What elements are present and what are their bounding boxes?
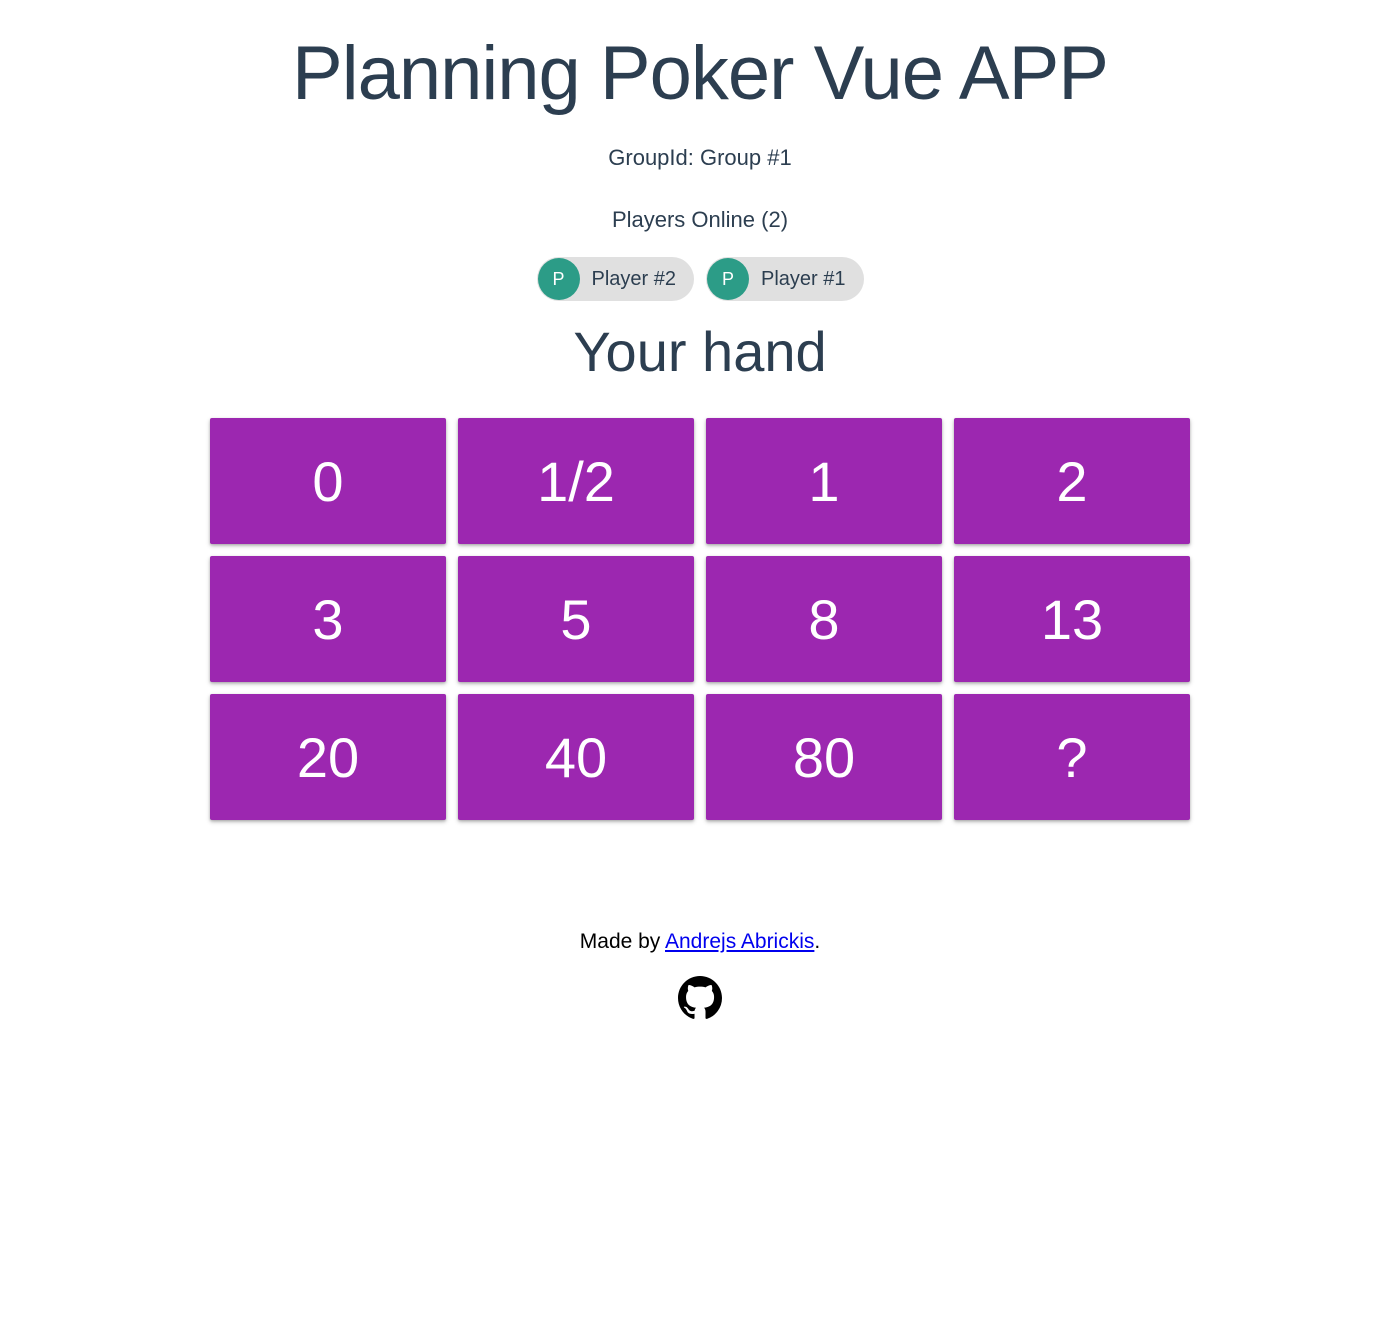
footer-suffix: . [814,930,820,953]
poker-card-20[interactable]: 20 [210,694,446,820]
author-link[interactable]: Andrejs Abrickis [665,930,814,953]
poker-card-8[interactable]: 8 [706,556,942,682]
your-hand-heading: Your hand [190,319,1210,384]
player-chip: P Player #1 [706,257,864,301]
players-online-heading: Players Online (2) [190,207,1210,233]
github-link[interactable] [678,976,722,1020]
player-chip: P Player #2 [537,257,695,301]
footer-text: Made by Andrejs Abrickis. [190,930,1210,954]
poker-card-half[interactable]: 1/2 [458,418,694,544]
player-avatar: P [707,258,749,300]
player-name-label: Player #1 [761,268,846,291]
footer-prefix: Made by [580,930,665,953]
poker-card-1[interactable]: 1 [706,418,942,544]
player-avatar: P [538,258,580,300]
poker-card-40[interactable]: 40 [458,694,694,820]
players-row: P Player #2 P Player #1 [190,257,1210,301]
card-grid: 0 1/2 1 2 3 5 8 13 20 40 80 ? [190,418,1210,820]
poker-card-5[interactable]: 5 [458,556,694,682]
poker-card-3[interactable]: 3 [210,556,446,682]
github-icon [678,1007,722,1024]
poker-card-80[interactable]: 80 [706,694,942,820]
app-title: Planning Poker Vue APP [190,30,1210,117]
poker-card-0[interactable]: 0 [210,418,446,544]
poker-card-question[interactable]: ? [954,694,1190,820]
player-name-label: Player #2 [592,268,677,291]
group-id-label: GroupId: Group #1 [190,145,1210,171]
poker-card-2[interactable]: 2 [954,418,1190,544]
poker-card-13[interactable]: 13 [954,556,1190,682]
